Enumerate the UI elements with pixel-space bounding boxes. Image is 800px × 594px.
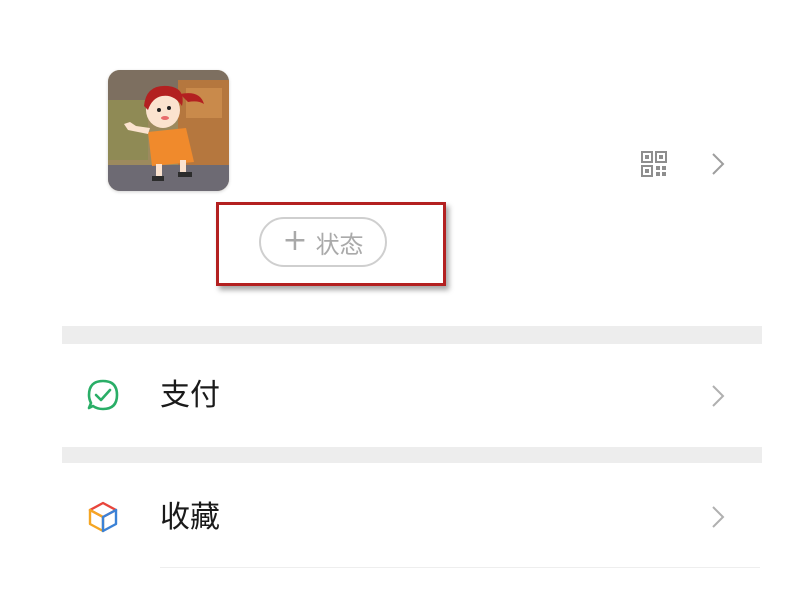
favorites-cube-icon <box>86 500 120 534</box>
menu-label-pay: 支付 <box>160 378 220 413</box>
plus-icon: + <box>282 223 308 258</box>
section-separator <box>62 326 762 344</box>
avatar[interactable] <box>108 70 229 191</box>
profile-header[interactable]: + 状态 <box>0 0 800 326</box>
menu-item-pay[interactable]: 支付 <box>62 344 762 447</box>
row-divider <box>160 567 760 568</box>
menu-label-favorites: 收藏 <box>160 500 220 535</box>
chevron-right-icon <box>708 382 728 410</box>
me-page: + 状态 支付 收藏 <box>0 0 800 594</box>
add-status-button[interactable]: + 状态 <box>259 217 387 267</box>
cartoon-avatar-icon <box>108 70 229 191</box>
chevron-right-icon <box>708 503 728 531</box>
qr-code-icon[interactable] <box>640 150 668 178</box>
chevron-right-icon[interactable] <box>708 150 728 178</box>
pay-check-icon <box>86 378 120 412</box>
section-separator <box>62 447 762 463</box>
status-label: 状态 <box>315 230 364 259</box>
menu-item-favorites[interactable]: 收藏 <box>62 463 762 568</box>
